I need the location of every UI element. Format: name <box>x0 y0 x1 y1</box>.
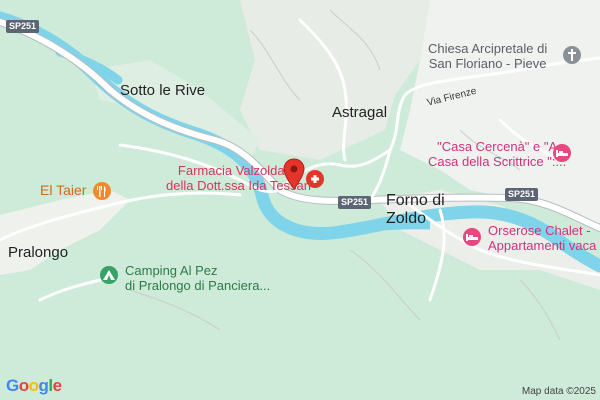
poi-label-line: Orserose Chalet - <box>488 223 591 238</box>
map-view[interactable]: SP251 SP251 SP251 Sotto le Rive Astragal… <box>0 0 600 400</box>
restaurant-icon[interactable] <box>93 182 111 200</box>
place-label-pralongo[interactable]: Pralongo <box>8 244 68 261</box>
camping-tent-icon[interactable] <box>100 266 118 284</box>
poi-label-church[interactable]: Chiesa Arcipretale di San Floriano - Pie… <box>428 41 548 72</box>
place-label-line: Zoldo <box>386 210 427 228</box>
hotel-bed-icon[interactable] <box>553 144 571 162</box>
google-logo: Google <box>6 376 62 395</box>
poi-label-line: Camping Al Pez <box>125 263 218 278</box>
hotel-bed-icon[interactable] <box>463 228 481 246</box>
church-cross-icon[interactable] <box>563 46 581 64</box>
road-shield-sp251: SP251 <box>338 196 372 209</box>
poi-label-line: Casa della Scrittrice ":... <box>428 153 567 169</box>
road-shield-sp251: SP251 <box>505 188 539 201</box>
poi-label-el-taier[interactable]: El Taier <box>40 182 86 198</box>
poi-label-orserose[interactable]: Orserose Chalet - Appartamenti vaca <box>488 223 597 254</box>
poi-label-line: Appartamenti vaca <box>488 237 597 253</box>
terrain-area <box>240 0 430 160</box>
place-label-forno-di-zoldo[interactable]: Forno di Zoldo <box>386 192 445 229</box>
poi-label-camping[interactable]: Camping Al Pez di Pralongo di Panciera..… <box>125 263 271 294</box>
poi-label-line: San Floriano - Pieve <box>428 55 547 71</box>
poi-label-casa-cercena[interactable]: "Casa Cercenà" e "A Casa della Scrittric… <box>428 139 567 170</box>
place-label-astragal[interactable]: Astragal <box>332 104 387 121</box>
map-attribution: Map data ©2025 <box>521 386 596 397</box>
poi-label-line: "Casa Cercenà" e "A <box>437 139 558 154</box>
pharmacy-icon[interactable] <box>306 170 324 188</box>
place-label-sotto-le-rive[interactable]: Sotto le Rive <box>120 82 205 99</box>
place-label-line: Forno di <box>386 192 445 209</box>
poi-label-line: di Pralongo di Panciera... <box>125 277 271 293</box>
red-location-pin[interactable] <box>283 158 305 190</box>
poi-label-line: Chiesa Arcipretale di <box>428 41 548 56</box>
road-shield-sp251: SP251 <box>6 20 40 33</box>
